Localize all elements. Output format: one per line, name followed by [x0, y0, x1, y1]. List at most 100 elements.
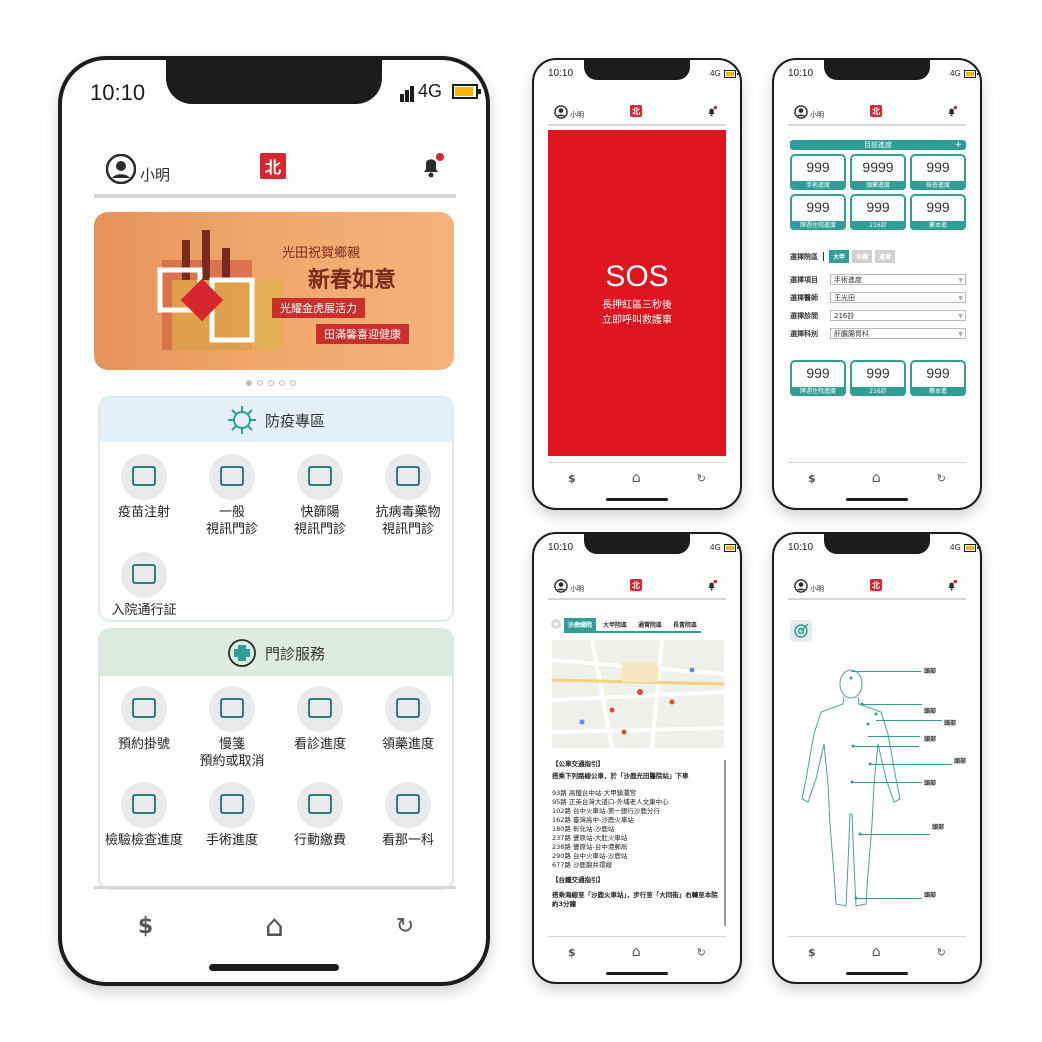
body-part-label[interactable]: 頭部 — [944, 718, 956, 727]
vaccine-item[interactable]: 疫苗注射 — [100, 454, 188, 538]
scrollbar[interactable] — [724, 760, 726, 926]
progress-box[interactable]: 999 檢查進度 — [910, 154, 966, 190]
refresh-nav-icon[interactable]: ↻ — [937, 472, 946, 485]
bell-icon[interactable] — [946, 578, 958, 592]
body-part-label[interactable]: 頭部 — [932, 822, 944, 831]
home-nav-icon[interactable]: ⌂ — [872, 944, 881, 960]
surgery-progress-item[interactable]: 手術進度 — [188, 782, 276, 849]
video-clinic-item[interactable]: 一般 視訊門診 — [188, 454, 276, 538]
sos-button[interactable]: SOS 長押紅區三秒後 立即呼叫救護車 — [548, 130, 726, 456]
progress-box[interactable]: 999 216診 — [850, 194, 906, 230]
progress-box[interactable]: 999 牌週住院進度 — [790, 360, 846, 396]
header-divider — [94, 194, 456, 198]
epidemic-grid: 疫苗注射 一般 視訊門診 快篩陽 視訊門診 抗病毒藥物 視訊門診 入院通行証 — [100, 454, 452, 619]
pay-nav-icon[interactable]: $ — [568, 472, 576, 485]
promo-banner[interactable]: 光田祝賀鄉親 新春如意 光耀金虎展活力 田滿馨喜迎健康 — [94, 212, 454, 370]
label-line — [856, 898, 922, 899]
refresh-nav-icon[interactable]: ↻ — [937, 946, 946, 959]
rapid-test-clinic-item[interactable]: 快篩陽 視訊門診 — [276, 454, 364, 538]
body-outline[interactable] — [796, 664, 906, 914]
home-nav-icon[interactable]: ⌂ — [872, 470, 881, 486]
hospital-map[interactable] — [552, 640, 724, 748]
which-department-item[interactable]: 看那一科 — [364, 782, 452, 849]
campus-tab[interactable]: 大甲院區 — [599, 618, 631, 631]
refresh-nav-icon[interactable]: ↻ — [697, 472, 706, 485]
progress-box[interactable]: 999 手術進度 — [790, 154, 846, 190]
pay-nav-icon[interactable]: $ — [808, 946, 816, 959]
label-line — [851, 671, 921, 672]
notch — [166, 60, 382, 104]
bell-icon[interactable] — [418, 150, 446, 180]
pay-nav-icon[interactable]: $ — [568, 946, 576, 959]
network-label: 4G — [710, 69, 721, 78]
mobile-payment-item[interactable]: 行動繳費 — [276, 782, 364, 849]
target-icon[interactable] — [790, 620, 812, 642]
sos-phone: 10:10 4G 小明 北 SOS 長押紅區三秒後 立即呼叫救護車 $ ⌂ ↻ — [532, 58, 742, 510]
label-line — [876, 720, 942, 721]
clinic-progress-item[interactable]: 看診進度 — [276, 686, 364, 770]
home-nav-icon[interactable]: ⌂ — [632, 944, 641, 960]
room-select[interactable]: 216診 — [830, 310, 966, 322]
progress-box[interactable]: 999 藥本進 — [910, 194, 966, 230]
campus-tab[interactable]: 通霄院區 — [634, 618, 666, 631]
appointment-item[interactable]: 預約掛號 — [100, 686, 188, 770]
network-label: 4G — [418, 81, 443, 101]
bell-icon[interactable] — [706, 104, 718, 118]
network-label: 4G — [950, 543, 961, 552]
hospital-tab[interactable]: 通霄 — [875, 250, 896, 263]
body-part-label[interactable]: 頭部 — [924, 706, 936, 715]
body-part-label[interactable]: 頭部 — [924, 778, 936, 787]
progress-box[interactable]: 999 牌週住院進度 — [790, 194, 846, 230]
notch — [824, 60, 930, 80]
bus-route: 162路 臺灣高中-沙鹿火車站 — [552, 816, 634, 824]
user-name: 小明 — [810, 585, 824, 593]
user-icon[interactable] — [554, 105, 568, 119]
home-nav-icon[interactable]: ⌂ — [632, 470, 641, 486]
carousel-dots[interactable] — [246, 380, 296, 386]
pay-nav-icon[interactable]: $ — [808, 472, 816, 485]
admission-pass-item[interactable]: 入院通行証 — [100, 552, 188, 619]
home-indicator — [606, 498, 668, 501]
home-indicator — [606, 972, 668, 975]
pharmacy-progress-item[interactable]: 領藥進度 — [364, 686, 452, 770]
user-icon[interactable] — [554, 579, 568, 593]
app-header: 小明 — [554, 104, 584, 120]
map-graphic — [552, 640, 724, 748]
refresh-nav-icon[interactable]: ↻ — [396, 914, 414, 939]
hospital-tab[interactable]: 大甲 — [829, 250, 850, 263]
lab-progress-item[interactable]: 檢驗檢查進度 — [100, 782, 188, 849]
refresh-nav-icon[interactable]: ↻ — [697, 946, 706, 959]
body-part-label[interactable]: 頭部 — [924, 734, 936, 743]
transport-phone: 10:10 4G 小明 北 沙鹿總院 大甲院區 通霄院區 長青院區 【公車交通指… — [532, 532, 742, 984]
user-icon[interactable] — [106, 153, 136, 184]
pay-nav-icon[interactable]: $ — [138, 914, 153, 939]
progress-box[interactable]: 9999 領藥進度 — [850, 154, 906, 190]
bell-icon[interactable] — [706, 578, 718, 592]
label-line — [868, 736, 920, 737]
body-part-label[interactable]: 頭部 — [954, 756, 966, 765]
progress-box[interactable]: 999 藥本進 — [910, 360, 966, 396]
user-icon[interactable] — [794, 579, 808, 593]
bus-guide: 【公車交通指引】 搭乘下列路線公車，於「沙鹿光田醫院站」下車 93路 高鐵台中站… — [552, 760, 718, 909]
battery-icon — [964, 544, 980, 552]
item-select[interactable]: 手術進度 — [830, 274, 966, 286]
progress-box[interactable]: 999 216診 — [850, 360, 906, 396]
bell-icon[interactable] — [946, 104, 958, 118]
add-button[interactable]: + — [954, 140, 962, 150]
notch — [584, 534, 690, 554]
refill-prescription-item[interactable]: 慢箋 預約或取消 — [188, 686, 276, 770]
antiviral-clinic-item[interactable]: 抗病毒藥物 視訊門診 — [364, 454, 452, 538]
doctor-select[interactable]: 王光田 — [830, 292, 966, 304]
user-icon[interactable] — [794, 105, 808, 119]
body-part-label[interactable]: 頭部 — [924, 890, 936, 899]
home-nav-icon[interactable]: ⌂ — [265, 909, 284, 944]
campus-tab[interactable]: 長青院區 — [669, 618, 701, 631]
nav-divider — [548, 462, 726, 463]
campus-tab[interactable]: 沙鹿總院 — [564, 618, 597, 631]
train-guide-title: 【台鐵交通指引】 — [552, 876, 604, 884]
department-select[interactable]: 肝膽腸胃科 — [830, 328, 966, 340]
outpatient-grid: 預約掛號 慢箋 預約或取消 看診進度 領藥進度 檢驗檢查進度 手術進度 行動繳費… — [100, 686, 452, 849]
body-part-label[interactable]: 頭部 — [924, 666, 936, 675]
hospital-tab[interactable]: 沙鹿 — [852, 250, 873, 263]
sos-line2: 立即呼叫救護車 — [602, 315, 672, 326]
